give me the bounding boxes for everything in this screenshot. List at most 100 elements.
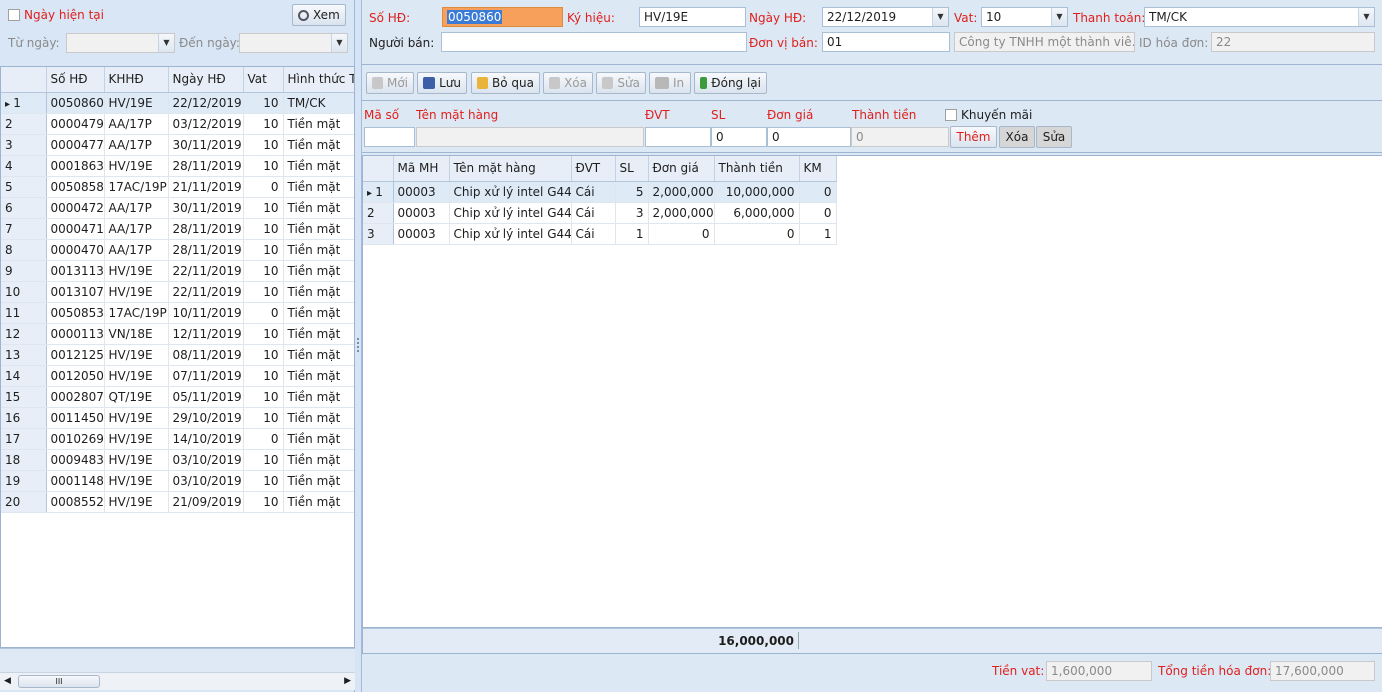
table-cell[interactable]: 10 xyxy=(243,113,284,135)
don-vi-ban-input[interactable]: 01 xyxy=(822,32,950,52)
table-cell[interactable]: 0001148 xyxy=(46,470,105,492)
table-cell[interactable]: 0013107 xyxy=(46,281,105,303)
table-cell[interactable]: 10 xyxy=(243,386,284,408)
col-header[interactable]: Số HĐ xyxy=(46,67,105,93)
table-row[interactable]: 6 0000472 AA/17P 30/11/2019 10 Tiền mặt xyxy=(1,197,354,219)
table-row[interactable]: 17 0010269 HV/19E 14/10/2019 0 Tiền mặt xyxy=(1,428,354,450)
table-cell[interactable]: AA/17P xyxy=(104,239,169,261)
table-cell[interactable]: 2,000,000 xyxy=(648,202,715,224)
table-row[interactable]: 2 0000479 AA/17P 03/12/2019 10 Tiền mặt xyxy=(1,113,354,135)
table-cell[interactable]: HV/19E xyxy=(104,92,169,114)
table-cell[interactable]: 10 xyxy=(243,449,284,471)
table-cell[interactable]: 03/10/2019 xyxy=(168,470,244,492)
table-cell[interactable]: 29/10/2019 xyxy=(168,407,244,429)
table-cell[interactable]: Tiền mặt xyxy=(283,239,354,261)
table-cell[interactable]: 00003 xyxy=(393,223,450,245)
table-cell[interactable]: 0050860 xyxy=(46,92,105,114)
table-cell[interactable]: 28/11/2019 xyxy=(168,218,244,240)
table-cell[interactable]: 0 xyxy=(243,302,284,324)
table-cell[interactable]: 0000479 xyxy=(46,113,105,135)
table-cell[interactable]: 28/11/2019 xyxy=(168,239,244,261)
moi-button[interactable]: Mới xyxy=(366,72,414,94)
table-cell[interactable]: 0000113 xyxy=(46,323,105,345)
row-indicator[interactable]: 13 xyxy=(1,344,47,366)
table-cell[interactable]: Tiền mặt xyxy=(283,155,354,177)
table-cell[interactable]: AA/17P xyxy=(104,113,169,135)
table-cell[interactable]: 2,000,000 xyxy=(648,181,715,203)
row-indicator[interactable]: 18 xyxy=(1,449,47,471)
dong-lai-button[interactable]: Đóng lại xyxy=(694,72,767,94)
table-cell[interactable]: 10 xyxy=(243,470,284,492)
bo-qua-button[interactable]: Bỏ qua xyxy=(471,72,540,94)
sua-button[interactable]: Sửa xyxy=(596,72,646,94)
col-header[interactable]: Mã MH xyxy=(393,156,450,182)
table-cell[interactable]: 10,000,000 xyxy=(714,181,800,203)
table-cell[interactable]: 0 xyxy=(799,202,837,224)
table-cell[interactable]: 0013113 xyxy=(46,260,105,282)
table-cell[interactable]: 0 xyxy=(799,181,837,203)
table-row[interactable]: ▸ 1 00003 Chip xử lý intel G440 Cái 5 2,000,0… xyxy=(363,181,837,203)
table-cell[interactable]: HV/19E xyxy=(104,470,169,492)
col-header[interactable]: Hình thức TT xyxy=(283,67,354,93)
table-cell[interactable]: Tiền mặt xyxy=(283,323,354,345)
table-cell[interactable]: HV/19E xyxy=(104,428,169,450)
row-indicator[interactable]: 5 xyxy=(1,176,47,198)
luu-button[interactable]: Lưu xyxy=(417,72,467,94)
table-cell[interactable]: 22/12/2019 xyxy=(168,92,244,114)
table-cell[interactable]: 30/11/2019 xyxy=(168,134,244,156)
table-cell[interactable]: 10 xyxy=(243,197,284,219)
den-ngay-field[interactable]: ▼ xyxy=(239,33,348,53)
table-cell[interactable]: 12/11/2019 xyxy=(168,323,244,345)
table-row[interactable]: 16 0011450 HV/19E 29/10/2019 10 Tiền mặt xyxy=(1,407,354,429)
table-row[interactable]: 19 0001148 HV/19E 03/10/2019 10 Tiền mặt xyxy=(1,470,354,492)
table-cell[interactable]: 0 xyxy=(243,176,284,198)
table-row[interactable]: 2 00003 Chip xử lý intel G440 Cái 3 2,000,000… xyxy=(363,202,837,224)
table-cell[interactable]: HV/19E xyxy=(104,344,169,366)
scroll-thumb[interactable]: III xyxy=(18,675,100,688)
table-cell[interactable]: Cái xyxy=(571,181,616,203)
table-cell[interactable]: 10 xyxy=(243,407,284,429)
row-indicator[interactable]: 15 xyxy=(1,386,47,408)
table-cell[interactable]: 0000477 xyxy=(46,134,105,156)
ngay-hd-input[interactable]: 22/12/2019 ▼ xyxy=(822,7,949,27)
table-cell[interactable]: 10 xyxy=(243,281,284,303)
xem-button[interactable]: Xem xyxy=(292,4,346,26)
table-cell[interactable]: 0008552 xyxy=(46,491,105,513)
row-indicator[interactable]: 10 xyxy=(1,281,47,303)
in-button[interactable]: In xyxy=(649,72,691,94)
table-cell[interactable]: 30/11/2019 xyxy=(168,197,244,219)
row-indicator[interactable]: ▸ 1 xyxy=(1,92,47,114)
table-cell[interactable]: VN/18E xyxy=(104,323,169,345)
table-cell[interactable]: 0002807 xyxy=(46,386,105,408)
table-row[interactable]: 5 0050858 17AC/19P 21/11/2019 0 Tiền mặt xyxy=(1,176,354,198)
table-cell[interactable]: 17AC/19P xyxy=(104,302,169,324)
table-cell[interactable]: 1 xyxy=(799,223,837,245)
table-cell[interactable]: 17AC/19P xyxy=(104,176,169,198)
table-cell[interactable]: Tiền mặt xyxy=(283,344,354,366)
table-cell[interactable]: 22/11/2019 xyxy=(168,260,244,282)
table-cell[interactable]: 03/10/2019 xyxy=(168,449,244,471)
table-cell[interactable]: Tiền mặt xyxy=(283,134,354,156)
vat-select[interactable]: 10 ▼ xyxy=(981,7,1068,27)
table-cell[interactable]: 10 xyxy=(243,92,284,114)
sl-input[interactable]: 0 xyxy=(711,127,767,147)
table-cell[interactable]: HV/19E xyxy=(104,260,169,282)
scroll-left-icon[interactable]: ◀ xyxy=(4,676,11,686)
table-cell[interactable]: Cái xyxy=(571,223,616,245)
table-cell[interactable]: Tiền mặt xyxy=(283,365,354,387)
chevron-down-icon[interactable]: ▼ xyxy=(1051,8,1067,26)
table-cell[interactable]: 10 xyxy=(243,491,284,513)
table-cell[interactable]: 0 xyxy=(648,223,715,245)
table-row[interactable]: 8 0000470 AA/17P 28/11/2019 10 Tiền mặt xyxy=(1,239,354,261)
table-row[interactable]: 3 0000477 AA/17P 30/11/2019 10 Tiền mặt xyxy=(1,134,354,156)
row-indicator[interactable]: 3 xyxy=(363,223,394,245)
nguoi-ban-input[interactable] xyxy=(441,32,747,52)
table-cell[interactable]: HV/19E xyxy=(104,449,169,471)
table-cell[interactable]: 14/10/2019 xyxy=(168,428,244,450)
ky-hieu-input[interactable]: HV/19E xyxy=(639,7,746,27)
col-header[interactable]: Thành tiền xyxy=(714,156,800,182)
table-cell[interactable]: 1 xyxy=(615,223,649,245)
scroll-right-icon[interactable]: ▶ xyxy=(344,676,351,686)
table-cell[interactable]: Tiền mặt xyxy=(283,281,354,303)
row-indicator[interactable]: 4 xyxy=(1,155,47,177)
